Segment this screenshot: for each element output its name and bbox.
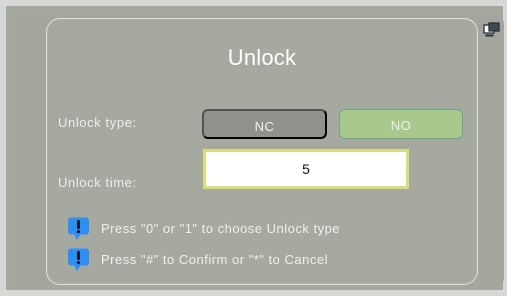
window-icon <box>483 22 501 40</box>
unlock-type-nc-button[interactable]: NC <box>202 109 327 139</box>
unlock-dialog: Unlock Unlock type: NC NO Unlock time: P… <box>46 18 478 285</box>
unlock-type-label: Unlock type: <box>58 115 137 130</box>
hint-unlock-type-text: Press "0" or "1" to choose Unlock type <box>101 221 341 236</box>
dialog-title: Unlock <box>227 45 297 70</box>
info-icon <box>67 248 94 272</box>
hint-confirm-cancel: Press "#" to Confirm or "*" to Cancel <box>67 248 328 272</box>
unlock-type-no-button[interactable]: NO <box>339 109 463 139</box>
info-icon <box>67 217 94 241</box>
unlock-time-label: Unlock time: <box>58 175 137 190</box>
unlock-time-input[interactable] <box>203 149 409 189</box>
hint-unlock-type: Press "0" or "1" to choose Unlock type <box>67 217 340 241</box>
hint-confirm-cancel-text: Press "#" to Confirm or "*" to Cancel <box>101 252 328 267</box>
